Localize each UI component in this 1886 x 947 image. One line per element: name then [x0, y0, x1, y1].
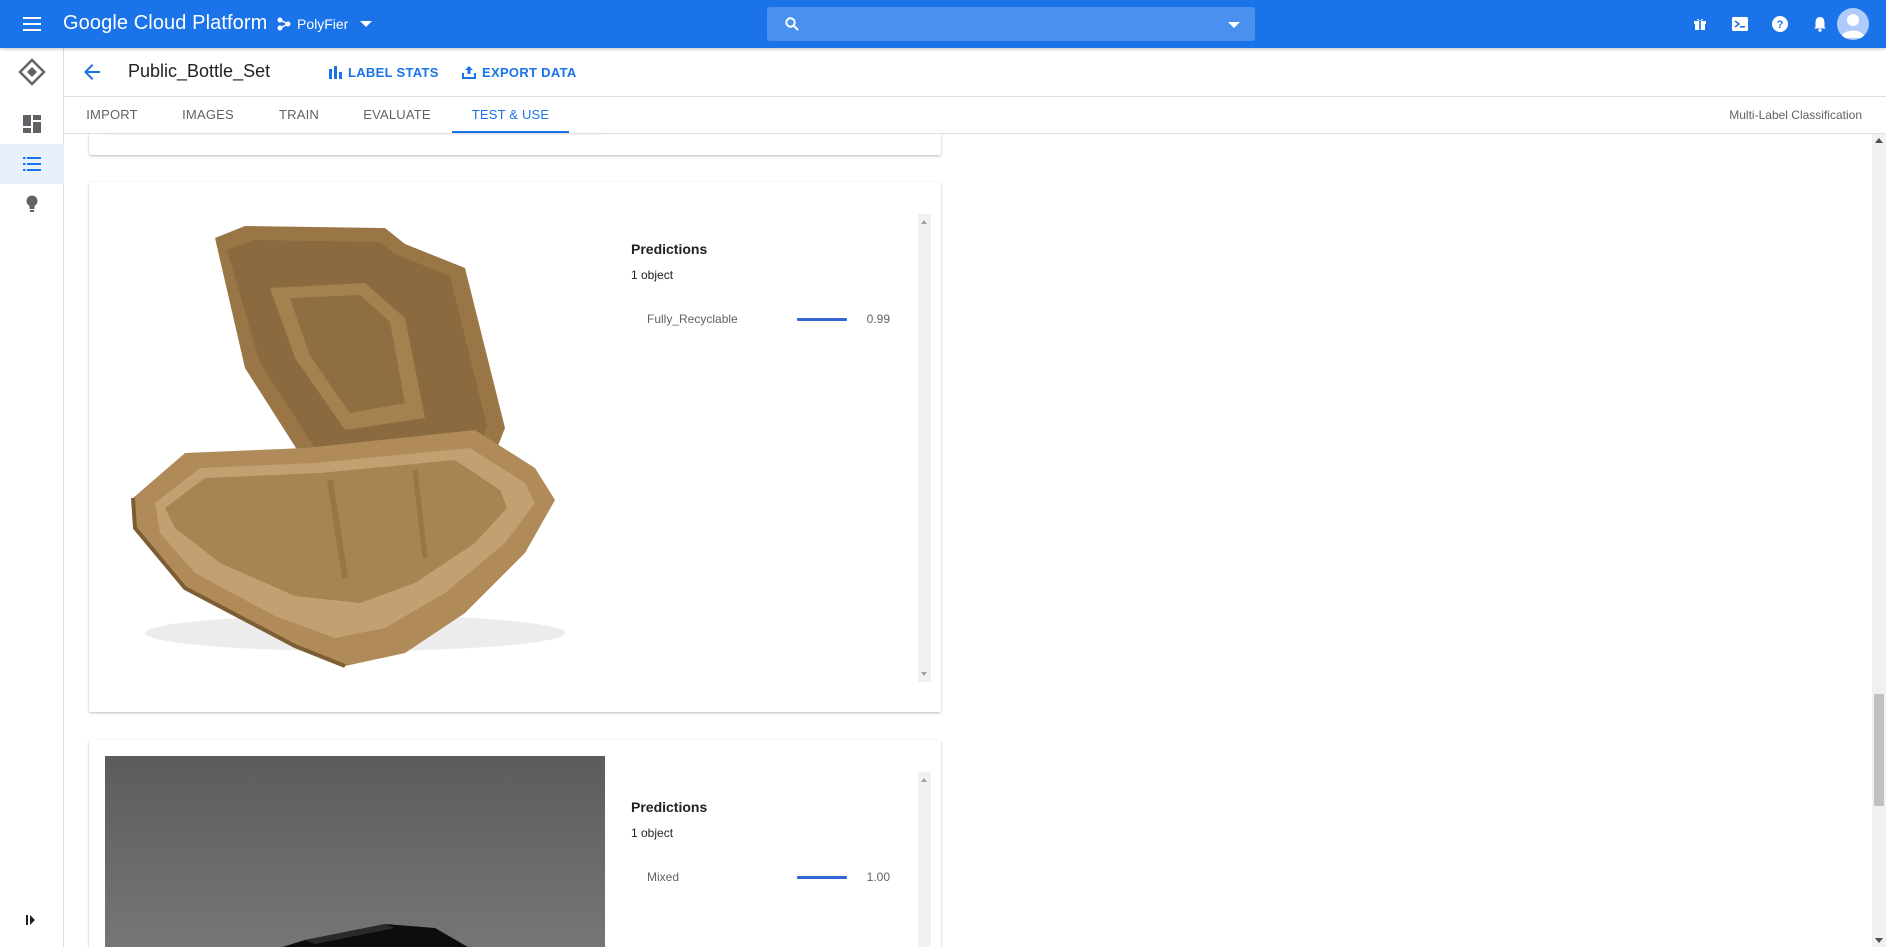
brand-title[interactable]: Google Cloud Platform: [63, 12, 267, 35]
project-name: PolyFier: [297, 16, 349, 32]
scroll-down-icon[interactable]: [921, 672, 927, 676]
scrollbar-thumb[interactable]: [1874, 694, 1884, 806]
label-stats-label: LABEL STATS: [348, 64, 439, 80]
prediction-card: Predictions 1 object Mixed 1.00: [89, 740, 941, 947]
search-bar[interactable]: [767, 7, 1255, 41]
top-app-bar: Google Cloud Platform PolyFier ?: [0, 0, 1886, 48]
project-selector[interactable]: PolyFier: [277, 12, 373, 36]
predictions-list: Predictions 1 object Fully_Recyclable 0.…: [64, 134, 1872, 947]
prediction-card: [89, 134, 941, 155]
tab-train[interactable]: TRAIN: [264, 97, 334, 133]
scroll-up-icon[interactable]: [1875, 138, 1883, 143]
expand-rail-icon[interactable]: [0, 900, 64, 940]
prediction-label: Mixed: [647, 870, 680, 884]
scroll-up-icon[interactable]: [921, 778, 927, 782]
hamburger-menu-icon[interactable]: [20, 12, 44, 36]
predictions-panel: Predictions 1 object Fully_Recyclable 0.…: [621, 214, 931, 682]
project-hub-icon: [277, 17, 291, 31]
scroll-up-icon[interactable]: [921, 220, 927, 224]
dataset-header: Public_Bottle_Set LABEL STATS EXPORT DAT…: [64, 48, 1886, 97]
tab-evaluate[interactable]: EVALUATE: [350, 97, 444, 133]
automl-logo-icon[interactable]: [0, 52, 64, 92]
export-icon: [462, 66, 476, 79]
confidence-bar: [797, 318, 847, 321]
datasets-list-icon[interactable]: [0, 144, 64, 184]
model-type-label: Multi-Label Classification: [1729, 108, 1862, 122]
prediction-image-edge: [105, 134, 605, 135]
prediction-row: Fully_Recyclable 0.99: [647, 310, 897, 328]
svg-text:?: ?: [1777, 19, 1784, 31]
prediction-image: [105, 756, 605, 947]
label-stats-button[interactable]: LABEL STATS: [328, 60, 439, 84]
bar-chart-icon: [329, 66, 342, 79]
prediction-card: Predictions 1 object Fully_Recyclable 0.…: [89, 182, 941, 712]
search-input[interactable]: [807, 12, 1207, 36]
chevron-down-icon: [360, 21, 373, 27]
dataset-title: Public_Bottle_Set: [128, 61, 271, 81]
dashboard-icon[interactable]: [0, 104, 64, 144]
confidence-bar: [797, 876, 847, 879]
search-dropdown-icon[interactable]: [1228, 22, 1240, 28]
tab-test-and-use[interactable]: TEST & USE: [452, 97, 569, 133]
prediction-label: Fully_Recyclable: [647, 312, 738, 326]
scroll-down-icon[interactable]: [1875, 938, 1883, 943]
left-nav-rail: [0, 48, 64, 947]
predictions-scrollbar[interactable]: [918, 214, 931, 682]
object-count: 1 object: [631, 268, 674, 282]
tab-images[interactable]: IMAGES: [168, 97, 248, 133]
confidence-score: 0.99: [866, 312, 890, 326]
page-scrollbar[interactable]: [1872, 134, 1886, 947]
predictions-title: Predictions: [631, 241, 708, 257]
predictions-title: Predictions: [631, 799, 708, 815]
search-icon: [785, 17, 799, 31]
gift-icon[interactable]: [1688, 12, 1712, 36]
predictions-panel: Predictions 1 object Mixed 1.00: [621, 772, 931, 947]
account-avatar[interactable]: [1837, 8, 1869, 40]
confidence-score: 1.00: [866, 870, 890, 884]
prediction-image: [105, 198, 605, 678]
predictions-scrollbar[interactable]: [918, 772, 931, 947]
lightbulb-icon[interactable]: [0, 184, 64, 224]
object-count: 1 object: [631, 826, 674, 840]
notifications-icon[interactable]: [1808, 12, 1832, 36]
dataset-tabs: IMPORT IMAGES TRAIN EVALUATE TEST & USE …: [64, 97, 1886, 134]
export-data-label: EXPORT DATA: [482, 64, 577, 80]
help-icon[interactable]: ?: [1768, 12, 1792, 36]
back-arrow-icon[interactable]: [80, 60, 104, 84]
export-data-button[interactable]: EXPORT DATA: [462, 60, 577, 84]
tab-import[interactable]: IMPORT: [72, 97, 152, 133]
terminal-icon[interactable]: [1728, 12, 1752, 36]
prediction-row: Mixed 1.00: [647, 868, 897, 886]
